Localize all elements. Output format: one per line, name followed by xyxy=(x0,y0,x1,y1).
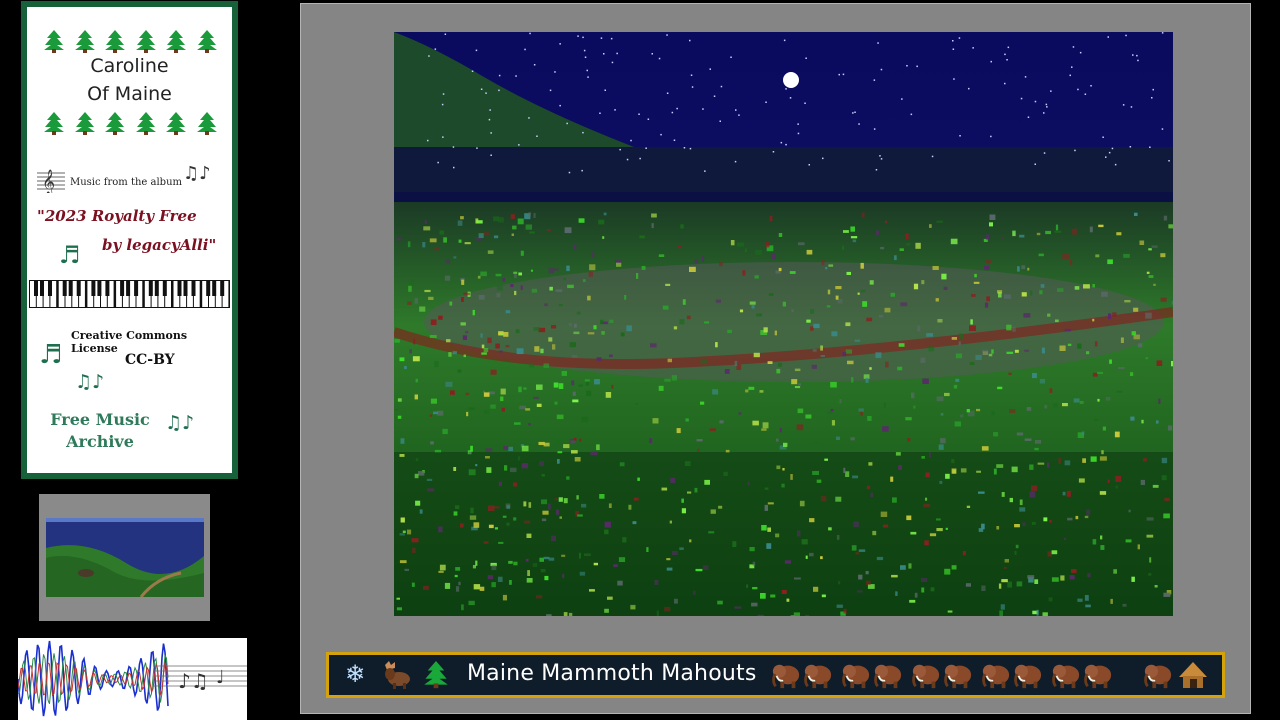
snowflake-icon: ❄ xyxy=(345,660,366,688)
mammoth-icon xyxy=(1144,664,1172,689)
piano-keys-icon xyxy=(29,280,230,308)
artist-name-line1: Caroline xyxy=(90,55,169,77)
mammoth-icon xyxy=(1014,664,1042,689)
svg-text:𝄞: 𝄞 xyxy=(42,169,55,193)
hut-icon xyxy=(1179,662,1207,688)
mammoth-icon xyxy=(982,664,1010,689)
tree-icon xyxy=(166,30,187,53)
tree-icon xyxy=(74,30,95,53)
album-info-card: Caroline Of Maine 𝄞 Music from the album… xyxy=(21,1,238,479)
music-notes-icon: ♫♪ xyxy=(165,412,195,434)
tree-icon xyxy=(196,112,217,135)
night-meadow-painting xyxy=(394,32,1173,616)
mammoth-icon xyxy=(772,664,800,689)
tree-icon xyxy=(44,30,64,53)
tree-icon xyxy=(424,661,448,689)
mammoth-icon xyxy=(874,664,902,689)
tree-icon xyxy=(196,30,217,53)
mammoth-icon xyxy=(944,664,972,689)
album-title-line1: "2023 Royalty Free xyxy=(37,207,197,225)
mammoth-icon xyxy=(1084,664,1112,689)
artist-name-line2: Of Maine xyxy=(87,83,172,105)
mammoth-icon xyxy=(804,664,832,689)
album-info-card-body: Caroline Of Maine 𝄞 Music from the album… xyxy=(27,7,232,473)
svg-text:♩: ♩ xyxy=(216,667,225,688)
track-title-banner: ❄ Maine Mammoth Mahouts xyxy=(326,652,1225,698)
album-title-line2: by legacyAlli" xyxy=(102,236,217,254)
tree-icon xyxy=(135,30,156,53)
treble-clef-icon: 𝄞 xyxy=(37,169,65,193)
tree-row-bottom xyxy=(43,111,218,135)
mammoth-icon xyxy=(912,664,940,689)
tree-icon xyxy=(44,112,64,135)
music-note-icon: ♬ xyxy=(39,340,63,370)
landscape-thumbnail xyxy=(46,518,204,597)
free-music-archive-label: Free Music Archive xyxy=(37,409,163,453)
tree-icon xyxy=(105,30,126,53)
tree-icon xyxy=(74,112,95,135)
tree-row-top xyxy=(43,29,218,53)
music-note-icon: ♬ xyxy=(59,241,81,269)
archive-line2: Archive xyxy=(66,432,134,451)
archive-line1: Free Music xyxy=(50,410,150,429)
tree-icon xyxy=(135,112,156,135)
license-name: CC-BY xyxy=(125,352,175,368)
tree-icon xyxy=(166,112,187,135)
music-from-label: Music from the album xyxy=(70,177,182,188)
music-notes-icon: ♫♪ xyxy=(183,163,211,184)
track-title: Maine Mammoth Mahouts xyxy=(467,661,757,686)
music-notes-icon: ♫♪ xyxy=(75,371,105,393)
svg-text:♪♫: ♪♫ xyxy=(178,669,209,693)
mammoth-icon xyxy=(842,664,870,689)
audio-waveform-graphic: ♪♫ ♩ xyxy=(18,638,247,720)
moose-icon xyxy=(385,661,410,689)
tree-icon xyxy=(105,112,126,135)
mammoth-icon xyxy=(1052,664,1080,689)
